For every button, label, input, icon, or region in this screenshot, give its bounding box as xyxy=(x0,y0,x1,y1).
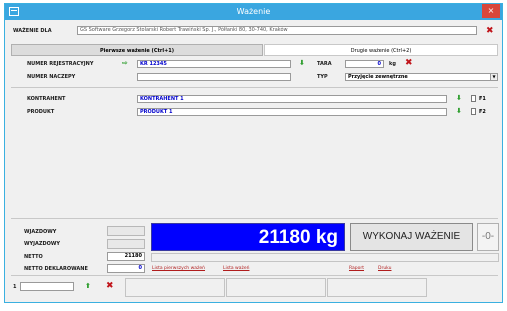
arrow-down-icon[interactable]: ⬇ xyxy=(299,60,305,67)
arrow-right-icon[interactable]: ⇨ xyxy=(122,60,128,67)
contractor-field[interactable]: KONTRAHENT 1 xyxy=(137,95,447,103)
status-panel-3 xyxy=(327,278,427,297)
weighings-list-link[interactable]: Lista ważeń xyxy=(223,266,249,271)
clear-company-icon[interactable]: ✖ xyxy=(486,27,494,36)
type-select-value: Przyjęcie zewnętrzne xyxy=(348,74,408,80)
first-weighings-list-link[interactable]: Lista pierwszych ważeń xyxy=(152,266,205,271)
product-hotkey: F2 xyxy=(479,109,486,115)
contractor-hotkey: F1 xyxy=(479,96,486,102)
product-document-icon[interactable] xyxy=(471,108,476,115)
entry-field xyxy=(107,226,145,236)
clear-status-icon[interactable]: ✖ xyxy=(106,282,114,291)
details-area xyxy=(11,120,498,216)
netto-field: 21180 xyxy=(107,252,145,261)
app-icon xyxy=(9,7,19,16)
type-label: TYP xyxy=(317,74,328,80)
exit-label: WYJAZDOWY xyxy=(24,241,61,247)
product-label: PRODUKT xyxy=(27,109,55,115)
entry-label: WJAZDOWY xyxy=(24,229,57,235)
declared-netto-field[interactable]: 0 xyxy=(107,264,145,273)
tara-label: TARA xyxy=(317,61,332,67)
registration-number-field[interactable]: KR 12345 xyxy=(137,60,291,68)
clear-tara-icon[interactable]: ✖ xyxy=(405,59,413,68)
report-link[interactable]: Raport xyxy=(349,266,364,271)
close-window-button[interactable]: × xyxy=(482,4,500,18)
tab-second-weighing[interactable]: Drugie ważenie (Ctrl+2) xyxy=(264,44,498,56)
divider-status xyxy=(11,275,498,276)
weighing-window: Ważenie × WAŻENIE DLA GS Software Grzego… xyxy=(4,3,503,303)
declared-netto-label: NETTO DEKLAROWANE xyxy=(24,266,88,272)
exit-field xyxy=(107,239,145,249)
type-select[interactable]: Przyjęcie zewnętrzne ▼ xyxy=(345,73,498,81)
weight-display: 21180 kg xyxy=(151,223,345,251)
window-title: Ważenie xyxy=(236,7,271,16)
divider xyxy=(11,87,498,88)
weighing-for-label: WAŻENIE DLA xyxy=(13,28,52,34)
contractor-arrow-down-icon[interactable]: ⬇ xyxy=(456,95,462,102)
weighing-for-field[interactable]: GS Software Grzegorz Stolarski Robert Tr… xyxy=(77,26,477,35)
trailer-number-field[interactable] xyxy=(137,73,291,81)
product-arrow-down-icon[interactable]: ⬇ xyxy=(456,108,462,115)
netto-label: NETTO xyxy=(24,254,43,260)
registration-number-label: NUMER REJESTRACYJNY xyxy=(27,61,94,67)
status-panel-2 xyxy=(226,278,326,297)
divider-bottom xyxy=(11,218,498,219)
title-bar: Ważenie × xyxy=(5,4,502,20)
tab-first-weighing[interactable]: Pierwsze ważenie (Ctrl+1) xyxy=(11,44,263,56)
contractor-document-icon[interactable] xyxy=(471,95,476,102)
trailer-number-label: NUMER NACZEPY xyxy=(27,74,76,80)
chevron-down-icon[interactable]: ▼ xyxy=(490,74,497,80)
print-link[interactable]: Druku xyxy=(378,266,392,271)
status-counter-label: 1 xyxy=(13,284,17,290)
tara-field[interactable]: 0 xyxy=(345,60,384,68)
message-bar xyxy=(151,253,499,262)
product-field[interactable]: PRODUKT 1 xyxy=(137,108,447,116)
tara-unit: kg xyxy=(389,61,396,67)
status-panel-1 xyxy=(125,278,225,297)
contractor-label: KONTRAHENT xyxy=(27,96,66,102)
zero-button[interactable]: -0- xyxy=(477,223,499,251)
perform-weighing-button[interactable]: WYKONAJ WAŻENIE xyxy=(350,223,473,251)
arrow-up-icon[interactable]: ⬆ xyxy=(85,283,91,290)
status-input[interactable] xyxy=(20,282,74,291)
